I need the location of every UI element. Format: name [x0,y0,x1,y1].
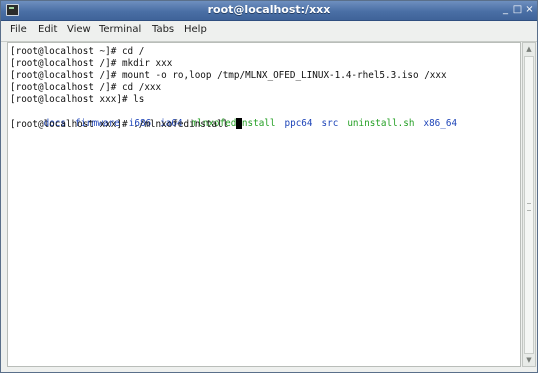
terminal-line: [root@localhost /]# mount -o ro,loop /tm… [10,70,447,81]
scrollbar-thumb[interactable] [524,56,534,354]
menu-terminal[interactable]: Terminal [99,24,141,35]
menu-bar: File Edit View Terminal Tabs Help [1,21,537,42]
title-bar[interactable]: root@localhost:/xxx _ □ × [1,1,537,21]
ls-entry-dir: src [321,118,339,129]
vertical-scrollbar[interactable]: ▲ ▼ [522,42,536,367]
menu-tabs[interactable]: Tabs [152,24,174,35]
terminal-line: [root@localhost /]# cd /xxx [10,82,162,93]
ls-output-line: docs firmware i686 ia64 mlnxofedinstall ppc64… [10,106,520,129]
chevron-up-icon[interactable]: ▲ [523,43,535,55]
ls-entry-dir: x86_64 [423,118,458,129]
menu-view[interactable]: View [67,24,91,35]
terminal-window: root@localhost:/xxx _ □ × File Edit View… [0,0,538,373]
window-title: root@localhost:/xxx [207,3,331,16]
terminal-line: [root@localhost xxx]# ls [10,94,145,105]
menu-file[interactable]: File [10,24,27,35]
terminal-line: [root@localhost ~]# cd / [10,46,145,57]
current-command: [root@localhost xxx]# ./mlnxofedinstall [10,119,234,130]
menu-edit[interactable]: Edit [38,24,57,35]
ls-entry-dir: ppc64 [284,118,313,129]
terminal-line: [root@localhost /]# mkdir xxx [10,58,173,69]
chevron-down-icon[interactable]: ▼ [523,354,535,366]
close-button[interactable]: × [523,4,536,16]
ls-entry-executable: uninstall.sh [347,118,415,129]
text-cursor [235,118,242,129]
terminal-output[interactable]: [root@localhost ~]# cd / [root@localhost… [7,42,521,367]
menu-help[interactable]: Help [184,24,207,35]
scrollbar-grip-icon [527,203,531,211]
